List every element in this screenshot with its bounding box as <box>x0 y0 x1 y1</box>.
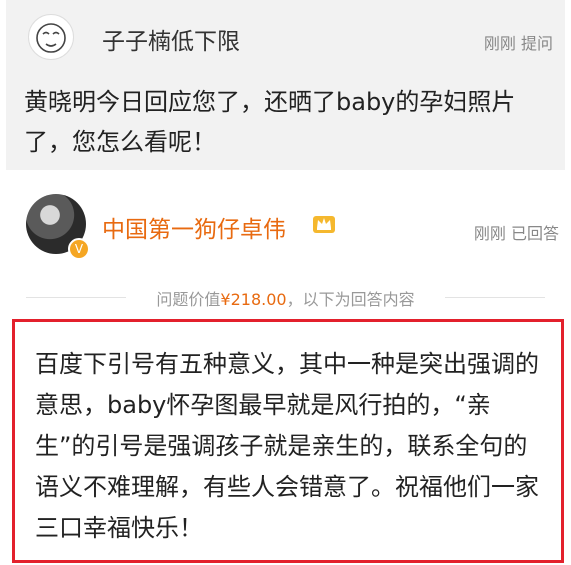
price-label: 问题价值 <box>156 290 221 309</box>
divider-right <box>445 297 545 298</box>
asker-avatar[interactable] <box>28 14 74 60</box>
answer-content-highlight: 百度下引号有五种意义，其中一种是突出强调的意思，baby怀孕图最早就是风行拍的，… <box>12 319 564 563</box>
answerer-username[interactable]: 中国第一狗仔卓伟 <box>102 210 286 244</box>
price-value: ¥218.00 <box>220 290 287 309</box>
question-meta: 刚刚 提问 <box>484 30 553 54</box>
question-time: 刚刚 <box>483 34 516 53</box>
asker-username[interactable]: 子子楠低下限 <box>102 22 240 56</box>
divider-left <box>26 297 126 298</box>
question-card: 子子楠低下限 刚刚 提问 黄晓明今日回应您了，还晒了baby的孕妇照片了，您怎么… <box>6 0 565 170</box>
question-price-line: 问题价值¥218.00，以下为回答内容 <box>0 286 571 310</box>
verified-badge: V <box>68 238 90 260</box>
answerer-header: V 中国第一狗仔卓伟 刚刚 已回答 <box>0 170 571 280</box>
question-action: 提问 <box>520 34 553 53</box>
answer-meta: 刚刚 已回答 <box>474 220 559 244</box>
answer-action: 已回答 <box>510 224 559 243</box>
answer-time: 刚刚 <box>473 224 506 243</box>
answer-text: 百度下引号有五种意义，其中一种是突出强调的意思，baby怀孕图最早就是风行拍的，… <box>35 350 539 542</box>
question-text: 黄晓明今日回应您了，还晒了baby的孕妇照片了，您怎么看呢！ <box>24 88 516 156</box>
price-text: 问题价值¥218.00，以下为回答内容 <box>150 290 421 309</box>
crown-icon <box>313 216 335 233</box>
meme-face-icon <box>36 23 66 53</box>
price-suffix: ，以下为回答内容 <box>286 290 415 309</box>
